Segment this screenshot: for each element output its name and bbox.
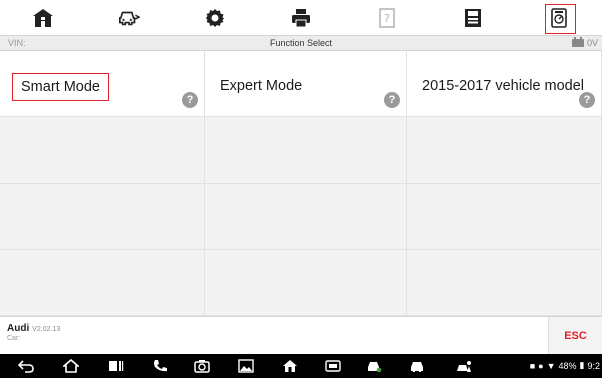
globe-icon: ●: [538, 360, 544, 371]
esc-button[interactable]: ESC: [548, 317, 602, 355]
system-status-tray: ■ ● ▼ 48% ▮ 9:2: [530, 360, 600, 371]
help-button[interactable]: ?: [344, 0, 430, 35]
android-nav-bar: ■ ● ▼ 48% ▮ 9:2: [0, 354, 602, 378]
home-button[interactable]: [0, 0, 86, 35]
print-button[interactable]: [258, 0, 344, 35]
car-label: Car:: [7, 335, 21, 342]
help-icon: ?: [379, 7, 395, 28]
phone-icon[interactable]: [152, 358, 168, 374]
empty-tile: [407, 184, 602, 250]
brand-name: Audi: [7, 323, 30, 334]
diagnostic-home-icon[interactable]: [282, 358, 298, 374]
function-grid: Smart Mode ? Expert Mode ? 2015-2017 veh…: [0, 51, 602, 316]
svg-text:?: ?: [384, 12, 390, 25]
empty-tile: [205, 250, 407, 316]
camera-icon[interactable]: [194, 358, 210, 374]
empty-tile: [0, 117, 205, 184]
save-button[interactable]: [430, 0, 516, 35]
remote-support-icon[interactable]: [456, 358, 472, 374]
image-edit-icon[interactable]: [238, 358, 254, 374]
footer-bar: Audi V2.02.13 Car: ESC: [0, 316, 602, 355]
question-mark-icon[interactable]: ?: [384, 92, 400, 108]
question-mark-icon[interactable]: ?: [182, 92, 198, 108]
question-mark-icon[interactable]: ?: [579, 92, 595, 108]
empty-tile: [407, 250, 602, 316]
print-icon: [292, 8, 310, 27]
wifi-icon: ▼: [546, 360, 556, 371]
function-label: Smart Mode: [12, 73, 109, 101]
function-label: Expert Mode: [220, 78, 303, 94]
vehicle-swap-icon: [119, 11, 140, 25]
car-battery-icon: [571, 37, 584, 47]
fuel-vehicle-icon[interactable]: [366, 358, 382, 374]
settings-button[interactable]: [172, 0, 258, 35]
top-toolbar: ?: [0, 0, 602, 35]
empty-tile: [205, 117, 407, 184]
empty-tile: [205, 184, 407, 250]
save-icon: [465, 8, 481, 27]
function-tile-2015-2017-vehicle-model[interactable]: 2015-2017 vehicle model ?: [407, 51, 602, 117]
battery-percent: 48%: [558, 360, 577, 371]
data-logging-icon: [551, 7, 567, 28]
function-tile-smart-mode[interactable]: Smart Mode ?: [0, 51, 205, 117]
home-nav-icon[interactable]: [63, 358, 79, 374]
clock-time: 9:2: [587, 360, 600, 371]
vci-icon[interactable]: [325, 358, 341, 374]
battery-icon: ▮: [579, 360, 585, 370]
data-logging-button[interactable]: [516, 0, 602, 35]
empty-tile: [407, 117, 602, 184]
vehicle-brand: Audi V2.02.13: [7, 323, 60, 334]
status-bar: VIN: Function Select 0V: [0, 35, 602, 51]
home-icon: [33, 8, 53, 27]
page-title: Function Select: [269, 38, 333, 48]
car-icon[interactable]: [409, 358, 425, 374]
recent-apps-icon[interactable]: [108, 358, 124, 374]
function-label: 2015-2017 vehicle model: [422, 78, 585, 94]
empty-tile: [0, 250, 205, 316]
settings-icon: [206, 8, 224, 27]
back-icon[interactable]: [18, 358, 34, 374]
vehicle-swap-button[interactable]: [86, 0, 172, 35]
function-tile-expert-mode[interactable]: Expert Mode ?: [205, 51, 407, 117]
empty-tile: [0, 184, 205, 250]
battery-voltage: 0V: [571, 37, 598, 48]
chat-icon: ■: [529, 360, 536, 371]
battery-voltage-text: 0V: [586, 38, 598, 48]
software-version: V2.02.13: [32, 326, 61, 333]
